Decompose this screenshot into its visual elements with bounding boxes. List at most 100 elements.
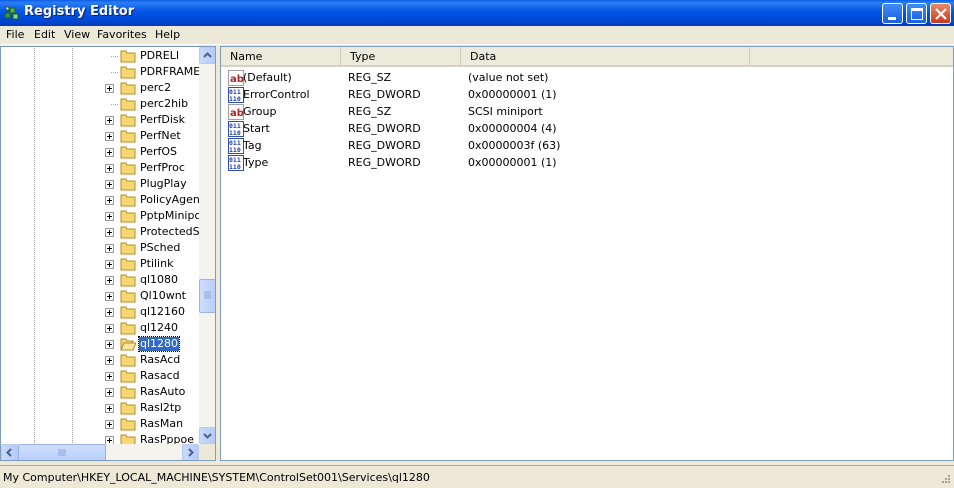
tree-node-label[interactable]: PDRELI — [139, 49, 180, 63]
tree-node-label[interactable]: PerfNet — [139, 129, 182, 143]
scroll-right-button[interactable] — [182, 444, 199, 460]
tree-node-label[interactable]: ql1080 — [139, 273, 179, 287]
tree-node[interactable]: PptpMiniport — [1, 208, 199, 224]
column-header-name[interactable]: Name — [221, 47, 341, 66]
tree-node[interactable]: RasMan — [1, 416, 199, 432]
expand-plus-icon[interactable] — [105, 372, 114, 381]
tree-node-label[interactable]: perc2 — [139, 81, 172, 95]
expand-plus-icon[interactable] — [105, 340, 114, 349]
tree-node-label[interactable]: ql1280 — [137, 336, 181, 352]
tree-node[interactable]: RasPppoe — [1, 432, 199, 444]
menu-file[interactable]: File — [5, 28, 25, 41]
expand-plus-icon[interactable] — [105, 292, 114, 301]
scroll-left-button[interactable] — [1, 444, 18, 460]
expand-plus-icon[interactable] — [105, 212, 114, 221]
value-row[interactable]: 011 110 Start REG_DWORD 0x00000004 (4) — [221, 120, 953, 137]
tree-node-label[interactable]: RasPppoe — [139, 433, 195, 444]
tree-node-label[interactable]: ql1240 — [139, 321, 179, 335]
tree-node[interactable]: PerfDisk — [1, 112, 199, 128]
tree-node-label[interactable]: RasAuto — [139, 385, 186, 399]
expand-plus-icon[interactable] — [105, 132, 114, 141]
expand-plus-icon[interactable] — [105, 244, 114, 253]
value-row[interactable]: ab Group REG_SZ SCSI miniport — [221, 103, 953, 120]
expand-plus-icon[interactable] — [105, 196, 114, 205]
value-row[interactable]: 011 110 Tag REG_DWORD 0x0000003f (63) — [221, 137, 953, 154]
tree-node-label[interactable]: RasMan — [139, 417, 184, 431]
key-tree-pane[interactable]: PDRELI PDRFRAME perc2 perc2hib PerfDisk … — [0, 46, 216, 461]
tree-node[interactable]: PerfOS — [1, 144, 199, 160]
scroll-down-button[interactable] — [199, 427, 215, 444]
tree-node-label[interactable]: PerfOS — [139, 145, 178, 159]
tree-node-selected[interactable]: ql1280 — [1, 336, 199, 352]
expand-plus-icon[interactable] — [105, 388, 114, 397]
menu-help[interactable]: Help — [154, 28, 181, 41]
expand-plus-icon[interactable] — [105, 324, 114, 333]
expand-plus-icon[interactable] — [105, 356, 114, 365]
tree-node-label[interactable]: PerfProc — [139, 161, 186, 175]
menu-view[interactable]: View — [63, 28, 91, 41]
tree-node[interactable]: ProtectedStorage — [1, 224, 199, 240]
expand-plus-icon[interactable] — [105, 228, 114, 237]
resize-grip-icon[interactable] — [937, 472, 951, 486]
tree-node[interactable]: PerfProc — [1, 160, 199, 176]
title-bar[interactable]: Registry Editor — [0, 0, 954, 26]
scroll-thumb[interactable] — [199, 279, 215, 313]
tree-node[interactable]: ql1240 — [1, 320, 199, 336]
tree-node[interactable]: ql12160 — [1, 304, 199, 320]
tree-node-label[interactable]: PptpMiniport — [139, 209, 199, 223]
tree-node[interactable]: ql1080 — [1, 272, 199, 288]
tree-node[interactable]: PerfNet — [1, 128, 199, 144]
expand-plus-icon[interactable] — [105, 84, 114, 93]
tree-horizontal-scrollbar[interactable] — [1, 444, 199, 460]
tree-node-label[interactable]: PSched — [139, 241, 181, 255]
tree-node[interactable]: Ptilink — [1, 256, 199, 272]
tree-node[interactable]: Ql10wnt — [1, 288, 199, 304]
tree-node[interactable]: RasAuto — [1, 384, 199, 400]
menu-favorites[interactable]: Favorites — [96, 28, 148, 41]
tree-node[interactable]: PlugPlay — [1, 176, 199, 192]
scroll-up-button[interactable] — [199, 47, 215, 64]
expand-plus-icon[interactable] — [105, 436, 114, 444]
expand-plus-icon[interactable] — [105, 148, 114, 157]
tree-node-label[interactable]: RasAcd — [139, 353, 181, 367]
column-header-data[interactable]: Data — [461, 47, 750, 66]
expand-plus-icon[interactable] — [105, 308, 114, 317]
tree-node[interactable]: PDRELI — [1, 48, 199, 64]
expand-plus-icon[interactable] — [105, 404, 114, 413]
tree-node[interactable]: PSched — [1, 240, 199, 256]
values-list-pane[interactable]: Name Type Data ab (Default) REG_SZ (valu… — [220, 46, 954, 461]
close-button[interactable] — [930, 3, 951, 24]
value-row[interactable]: ab (Default) REG_SZ (value not set) — [221, 69, 953, 86]
expand-plus-icon[interactable] — [105, 420, 114, 429]
tree-node-label[interactable]: Rasacd — [139, 369, 181, 383]
tree-node-label[interactable]: Ptilink — [139, 257, 174, 271]
tree-node-label[interactable]: PolicyAgent — [139, 193, 199, 207]
expand-plus-icon[interactable] — [105, 116, 114, 125]
tree-node-label[interactable]: perc2hib — [139, 97, 189, 111]
maximize-button[interactable] — [906, 3, 927, 24]
minimize-button[interactable] — [882, 3, 903, 24]
tree-node-label[interactable]: ql12160 — [139, 305, 186, 319]
value-row[interactable]: 011 110 Type REG_DWORD 0x00000001 (1) — [221, 154, 953, 171]
column-header-type[interactable]: Type — [341, 47, 461, 66]
tree-node-label[interactable]: ProtectedStorage — [139, 225, 199, 239]
tree-node[interactable]: Rasl2tp — [1, 400, 199, 416]
tree-node[interactable]: RasAcd — [1, 352, 199, 368]
expand-plus-icon[interactable] — [105, 260, 114, 269]
tree-node-label[interactable]: PlugPlay — [139, 177, 188, 191]
tree-node-label[interactable]: Ql10wnt — [139, 289, 187, 303]
tree-node[interactable]: Rasacd — [1, 368, 199, 384]
horizontal-scroll-thumb[interactable] — [18, 444, 106, 460]
tree-node[interactable]: PDRFRAME — [1, 64, 199, 80]
menu-edit[interactable]: Edit — [33, 28, 56, 41]
expand-plus-icon[interactable] — [105, 164, 114, 173]
tree-node[interactable]: perc2 — [1, 80, 199, 96]
tree-vertical-scrollbar[interactable] — [199, 47, 215, 444]
tree-node-label[interactable]: PerfDisk — [139, 113, 186, 127]
expand-plus-icon[interactable] — [105, 276, 114, 285]
expand-plus-icon[interactable] — [105, 180, 114, 189]
tree-node[interactable]: PolicyAgent — [1, 192, 199, 208]
tree-node-label[interactable]: Rasl2tp — [139, 401, 182, 415]
value-row[interactable]: 011 110 ErrorControl REG_DWORD 0x00000001… — [221, 86, 953, 103]
tree-node[interactable]: perc2hib — [1, 96, 199, 112]
